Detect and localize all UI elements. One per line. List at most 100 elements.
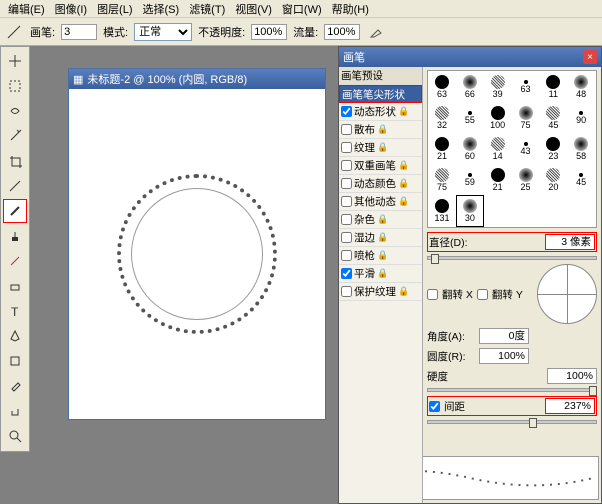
chk-wet[interactable] xyxy=(341,232,352,243)
brush-preset-cell[interactable]: 43 xyxy=(513,134,539,164)
brush-preset-cell[interactable]: 30 xyxy=(457,196,483,226)
lasso-tool[interactable] xyxy=(3,99,27,123)
brush-preset-cell[interactable]: 21 xyxy=(429,134,455,164)
eraser-tool[interactable] xyxy=(3,274,27,298)
menu-layer[interactable]: 图层(L) xyxy=(93,0,136,18)
marquee-tool[interactable] xyxy=(3,74,27,98)
slider-thumb[interactable] xyxy=(529,418,537,428)
chk-color-dyn[interactable] xyxy=(341,178,352,189)
opacity-value[interactable]: 100% xyxy=(251,24,287,40)
shape-tool[interactable] xyxy=(3,349,27,373)
brush-preset-cell[interactable]: 100 xyxy=(485,103,511,133)
hardness-value[interactable]: 100% xyxy=(547,368,597,384)
crop-tool[interactable] xyxy=(3,149,27,173)
chk-flipy[interactable] xyxy=(477,289,488,300)
angle-widget[interactable] xyxy=(537,264,597,324)
menu-filter[interactable]: 滤镜(T) xyxy=(185,0,229,18)
menu-select[interactable]: 选择(S) xyxy=(139,0,184,18)
opt-shape-dynamics[interactable]: 动态形状🔒 xyxy=(339,103,422,121)
slider-thumb[interactable] xyxy=(589,386,597,396)
brush-preset-cell[interactable]: 90 xyxy=(568,103,594,133)
brush-preset-cell[interactable]: 39 xyxy=(485,72,511,102)
brush-preset-cell[interactable]: 58 xyxy=(568,134,594,164)
type-tool[interactable]: T xyxy=(3,299,27,323)
opt-tip-shape[interactable]: 画笔笔尖形状 xyxy=(339,85,422,103)
hand-tool[interactable] xyxy=(3,399,27,423)
opt-color-dynamics[interactable]: 动态颜色🔒 xyxy=(339,175,422,193)
brush-preset-cell[interactable]: 45 xyxy=(540,103,566,133)
history-brush-tool[interactable] xyxy=(3,249,27,273)
opt-noise[interactable]: 杂色🔒 xyxy=(339,211,422,229)
brush-preset-cell[interactable]: 55 xyxy=(457,103,483,133)
opt-wet-edges[interactable]: 湿边🔒 xyxy=(339,229,422,247)
roundness-value[interactable]: 100% xyxy=(479,348,529,364)
panel-titlebar[interactable]: 画笔 × xyxy=(339,47,601,67)
brush-preset-cell[interactable]: 45 xyxy=(568,165,594,195)
opt-other-dynamics[interactable]: 其他动态🔒 xyxy=(339,193,422,211)
opt-airbrush[interactable]: 喷枪🔒 xyxy=(339,247,422,265)
brush-preset-cell[interactable]: 63 xyxy=(429,72,455,102)
brush-preset-cell[interactable]: 60 xyxy=(457,134,483,164)
eyedropper-tool[interactable] xyxy=(3,374,27,398)
move-tool[interactable] xyxy=(3,49,27,73)
chk-flipx[interactable] xyxy=(427,289,438,300)
chk-texture[interactable] xyxy=(341,142,352,153)
chk-airbrush[interactable] xyxy=(341,250,352,261)
canvas[interactable] xyxy=(69,89,325,419)
brush-preset-cell[interactable]: 21 xyxy=(485,165,511,195)
mode-select[interactable]: 正常 xyxy=(134,23,192,41)
document-titlebar[interactable]: ▦ 未标题-2 @ 100% (内圆, RGB/8) xyxy=(69,69,325,89)
wand-tool[interactable] xyxy=(3,124,27,148)
chk-protect[interactable] xyxy=(341,286,352,297)
airbrush-icon[interactable] xyxy=(366,22,386,42)
chk-scatter[interactable] xyxy=(341,124,352,135)
brush-preset-cell[interactable]: 11 xyxy=(540,72,566,102)
chk-shape-dynamics[interactable] xyxy=(341,106,352,117)
tool-preset-icon[interactable] xyxy=(4,22,24,42)
slider-thumb[interactable] xyxy=(431,254,439,264)
brush-preset-cell[interactable]: 32 xyxy=(429,103,455,133)
brush-preset-cell[interactable]: 59 xyxy=(457,165,483,195)
brush-size-value[interactable]: 3 xyxy=(61,24,97,40)
opt-smoothing[interactable]: 平滑🔒 xyxy=(339,265,422,283)
spacing-slider[interactable] xyxy=(427,420,597,424)
brush-preset-grid[interactable]: 6366396311483255100754590216014432358755… xyxy=(427,70,597,228)
opt-texture[interactable]: 纹理🔒 xyxy=(339,139,422,157)
brush-preset-cell[interactable]: 75 xyxy=(513,103,539,133)
stamp-tool[interactable] xyxy=(3,224,27,248)
chk-other-dyn[interactable] xyxy=(341,196,352,207)
chk-dual[interactable] xyxy=(341,160,352,171)
opt-dual-brush[interactable]: 双重画笔🔒 xyxy=(339,157,422,175)
chk-spacing[interactable] xyxy=(429,401,440,412)
brush-preset-cell[interactable]: 23 xyxy=(540,134,566,164)
brush-preset-cell[interactable]: 131 xyxy=(429,196,455,226)
menu-image[interactable]: 图像(I) xyxy=(51,0,91,18)
brush-preset-cell[interactable]: 75 xyxy=(429,165,455,195)
brush-preset-cell[interactable]: 20 xyxy=(540,165,566,195)
brush-preset-cell[interactable]: 66 xyxy=(457,72,483,102)
zoom-tool[interactable] xyxy=(3,424,27,448)
opt-preset[interactable]: 画笔预设 xyxy=(339,67,422,85)
brush-preset-cell[interactable]: 63 xyxy=(513,72,539,102)
brush-tool[interactable] xyxy=(3,199,27,223)
menu-help[interactable]: 帮助(H) xyxy=(328,0,373,18)
hardness-slider[interactable] xyxy=(427,388,597,392)
menu-window[interactable]: 窗口(W) xyxy=(278,0,326,18)
flow-value[interactable]: 100% xyxy=(324,24,360,40)
brush-preset-cell[interactable]: 25 xyxy=(513,165,539,195)
close-icon[interactable]: × xyxy=(583,50,597,64)
diameter-slider[interactable] xyxy=(427,256,597,260)
spacing-value[interactable]: 237% xyxy=(545,398,595,414)
opt-scatter[interactable]: 散布🔒 xyxy=(339,121,422,139)
diameter-value[interactable]: 3 像素 xyxy=(545,234,595,250)
chk-noise[interactable] xyxy=(341,214,352,225)
angle-value[interactable]: 0度 xyxy=(479,328,529,344)
pen-tool[interactable] xyxy=(3,324,27,348)
menu-edit[interactable]: 编辑(E) xyxy=(4,0,49,18)
slice-tool[interactable] xyxy=(3,174,27,198)
chk-smooth[interactable] xyxy=(341,268,352,279)
brush-preset-cell[interactable]: 14 xyxy=(485,134,511,164)
brush-preset-cell[interactable]: 48 xyxy=(568,72,594,102)
menu-view[interactable]: 视图(V) xyxy=(231,0,276,18)
opt-protect-texture[interactable]: 保护纹理🔒 xyxy=(339,283,422,301)
